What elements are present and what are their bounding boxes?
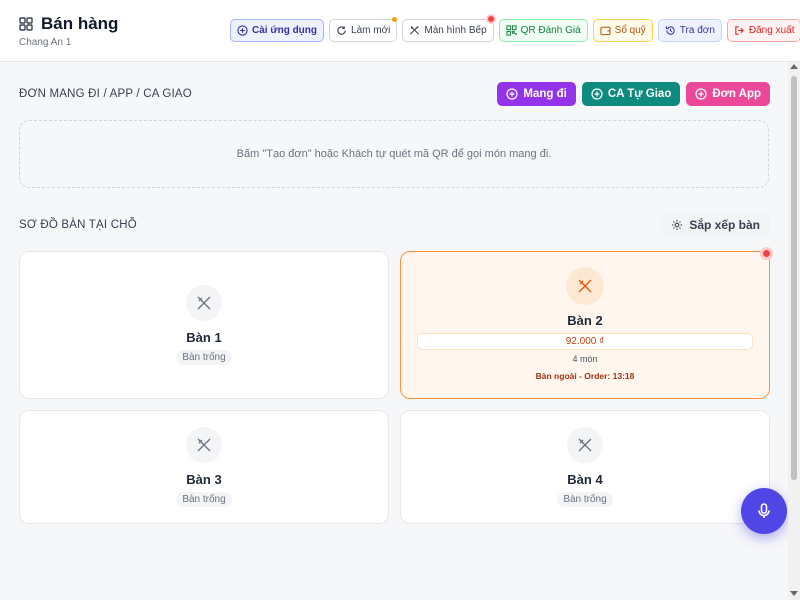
kitchen-screen-button[interactable]: Màn hình Bếp (402, 14, 496, 42)
table-name: Bàn 2 (567, 313, 603, 328)
header: Bán hàng Chang An 1 Cài ứng dụng Làm mới… (0, 0, 800, 62)
order-lookup-label: Tra đơn (679, 25, 715, 36)
plus-circle-icon (591, 88, 603, 100)
qr-code-icon (506, 25, 517, 36)
ca-delivery-label: CA Tự Giao (607, 88, 672, 100)
empty-message: Bấm "Tạo đơn" hoặc Khách tự quét mã QR đ… (236, 148, 552, 160)
qr-review-label: QR Đánh Giá (520, 25, 581, 36)
table-card-1[interactable]: Bàn 1 Bàn trống (19, 251, 389, 399)
table-card-3[interactable]: Bàn 3 Bàn trống (19, 410, 389, 524)
takeaway-label: Mang đi (523, 88, 567, 100)
install-app-button[interactable]: Cài ứng dụng (230, 19, 325, 42)
order-lookup-button[interactable]: Tra đơn (657, 19, 722, 42)
plus-circle-icon (695, 88, 707, 100)
utensils-icon (410, 26, 420, 35)
gear-icon (672, 220, 683, 230)
microphone-icon (758, 503, 770, 518)
refresh-button[interactable]: Làm mới (329, 17, 398, 42)
table-icon-wrap (566, 267, 604, 305)
table-status: Bàn trống (176, 492, 232, 507)
takeaway-button[interactable]: Mang đi (497, 82, 576, 106)
history-icon (665, 26, 675, 35)
wallet-icon (600, 26, 611, 36)
toolbar: Cài ứng dụng Làm mới Màn hình Bếp QR Đán… (230, 14, 800, 42)
utensils-icon (197, 438, 211, 452)
takeaway-empty-state: Bấm "Tạo đơn" hoặc Khách tự quét mã QR đ… (19, 120, 769, 188)
table-card-4[interactable]: Bàn 4 Bàn trống (400, 410, 770, 524)
table-status: Bàn trống (176, 350, 232, 365)
table-item-count: 4 món (572, 354, 598, 364)
utensils-icon (578, 438, 592, 452)
voice-input-button[interactable] (741, 488, 787, 534)
table-name: Bàn 3 (186, 472, 222, 487)
table-amount: 92.000 ₫ (417, 333, 753, 350)
logout-icon (735, 26, 744, 35)
logout-button[interactable]: Đăng xuất (726, 19, 800, 42)
page-title: Bán hàng (41, 14, 119, 33)
table-order-info: Bàn ngoài - Order: 13:18 (535, 371, 635, 381)
takeaway-section-title: ĐƠN MANG ĐI / APP / CA GIAO (19, 88, 192, 100)
arrange-tables-label: Sắp xếp bàn (689, 218, 760, 232)
brand: Bán hàng Chang An 1 (19, 14, 118, 48)
utensils-icon (197, 296, 211, 310)
scroll-up-arrow[interactable] (790, 64, 798, 69)
update-dot (392, 17, 398, 22)
qr-review-button[interactable]: QR Đánh Giá (498, 19, 588, 42)
grid-icon (19, 17, 33, 31)
table-amount-value: 92.000 ₫ (565, 336, 605, 347)
kitchen-notification-dot (485, 14, 496, 24)
table-name: Bàn 4 (567, 472, 603, 487)
scroll-thumb[interactable] (791, 76, 797, 480)
store-name: Chang An 1 (19, 37, 72, 48)
refresh-icon (337, 26, 346, 35)
scrollbar[interactable] (788, 62, 800, 600)
table-icon-wrap (186, 285, 222, 321)
plus-circle-icon (506, 88, 519, 100)
app-order-button[interactable]: Đơn App (686, 82, 770, 106)
kitchen-screen-label: Màn hình Bếp (424, 25, 487, 36)
table-card-2[interactable]: Bàn 2 92.000 ₫ 4 món Bàn ngoài - Order: … (400, 247, 773, 399)
arrange-tables-button[interactable]: Sắp xếp bàn (661, 213, 770, 237)
floor-section-title: SƠ ĐỒ BÀN TẠI CHỖ (19, 219, 137, 231)
cashbook-label: Sổ quỹ (614, 25, 646, 36)
table-notification-dot (760, 247, 773, 260)
ca-delivery-button[interactable]: CA Tự Giao (581, 82, 681, 106)
takeaway-actions: Mang đi CA Tự Giao Đơn App (497, 82, 770, 106)
install-app-label: Cài ứng dụng (252, 25, 318, 36)
utensils-icon (578, 279, 592, 293)
table-icon-wrap (186, 427, 222, 463)
logout-label: Đăng xuất (748, 25, 795, 36)
scroll-down-arrow[interactable] (790, 591, 798, 596)
table-icon-wrap (567, 427, 603, 463)
table-status: Bàn trống (557, 492, 613, 507)
cashbook-button[interactable]: Sổ quỹ (592, 19, 653, 42)
app-order-label: Đơn App (712, 88, 761, 100)
plus-circle-icon (237, 25, 248, 36)
table-name: Bàn 1 (186, 330, 222, 345)
refresh-label: Làm mới (351, 25, 391, 36)
